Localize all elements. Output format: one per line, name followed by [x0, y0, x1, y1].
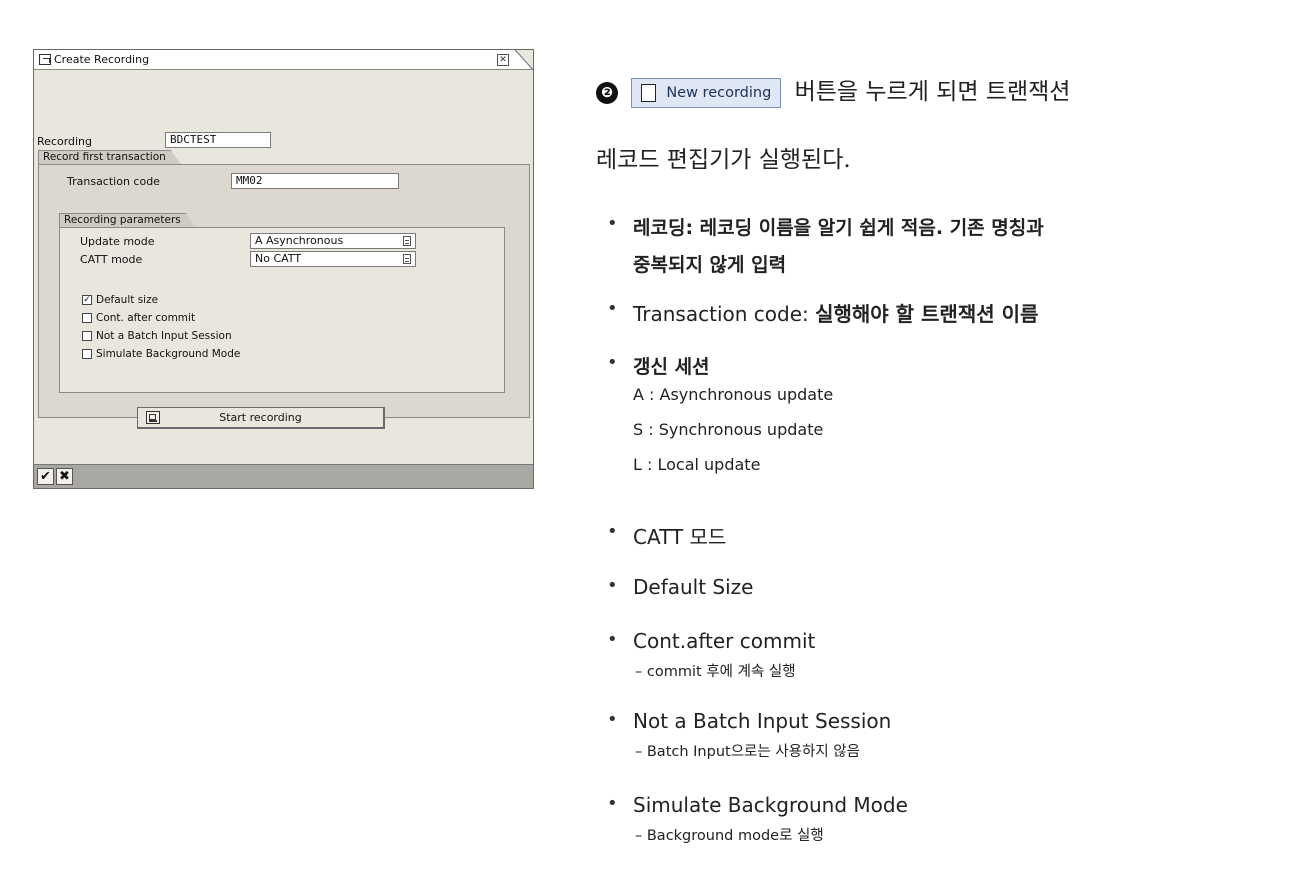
default-size-desc: Default Size: [633, 575, 754, 599]
update-session-heading: 갱신 세션: [633, 356, 710, 378]
update-mode-value: A Asynchronous: [255, 234, 344, 247]
cancel-icon[interactable]: ✖: [56, 468, 73, 485]
bullet: •: [607, 629, 618, 650]
tcode-desc-en: Transaction code:: [633, 302, 816, 326]
intro-line-2: 레코드 편집기가 실행된다.: [596, 147, 851, 173]
tcode-desc: Transaction code: 실행해야 할 트랜잭션 이름: [633, 298, 1038, 327]
bullet: •: [607, 521, 618, 542]
cont-after-commit-desc: Cont.after commit: [633, 629, 816, 653]
window-icon: [39, 54, 51, 65]
bullet: •: [607, 709, 618, 730]
catt-mode-desc: CATT 모드: [633, 525, 727, 549]
update-async: A : Asynchronous update: [633, 385, 834, 404]
dialog-titlebar: Create Recording ✕: [34, 50, 533, 70]
update-sync: S : Synchronous update: [633, 420, 824, 439]
close-icon[interactable]: ✕: [497, 54, 509, 66]
dropdown-list-icon[interactable]: [403, 254, 411, 264]
bullet: •: [607, 575, 618, 596]
recording-parameters-group-title: Recording parameters: [59, 213, 196, 227]
not-batch-input-sub: – Batch Input으로는 사용하지 않음: [635, 744, 860, 760]
first-transaction-group: Transaction code MM02 Recording paramete…: [38, 164, 530, 418]
update-local: L : Local update: [633, 455, 761, 474]
simulate-background-label: Simulate Background Mode: [96, 348, 241, 360]
cont-after-commit-label: Cont. after commit: [96, 312, 196, 324]
dialog-footer: ✔ ✖: [34, 464, 533, 488]
simulate-background-sub: – Background mode로 실행: [635, 828, 824, 844]
not-batch-input-label: Not a Batch Input Session: [96, 330, 232, 342]
recording-label: Recording: [37, 135, 93, 148]
catt-mode-select[interactable]: No CATT: [250, 251, 416, 267]
recording-desc-line-1: 레코딩: 레코딩 이름을 알기 쉽게 적음. 기존 명칭과: [633, 217, 1044, 239]
transaction-code-field[interactable]: MM02: [231, 173, 399, 189]
bullet: •: [607, 213, 618, 234]
not-batch-input-desc: Not a Batch Input Session: [633, 709, 892, 733]
bullet: •: [607, 793, 618, 814]
simulate-background-checkbox[interactable]: [82, 349, 92, 359]
default-size-checkbox[interactable]: ✓: [82, 295, 92, 305]
start-recording-button[interactable]: Start recording: [137, 407, 385, 429]
transaction-code-label: Transaction code: [67, 175, 160, 188]
intro-line-1-text: 버튼을 누르게 되면 트랜잭션: [794, 79, 1071, 105]
recording-parameters-group: Update mode A Asynchronous CATT mode No …: [59, 227, 505, 393]
step-number-badge: ❷: [596, 82, 618, 104]
titlebar-corner: [515, 50, 533, 70]
dialog-title: Create Recording: [54, 53, 150, 66]
create-recording-dialog: Create Recording ✕ Recording BDCTEST Rec…: [33, 49, 534, 489]
new-recording-button: New recording: [631, 78, 782, 108]
simulate-background-desc: Simulate Background Mode: [633, 793, 908, 817]
update-mode-select[interactable]: A Asynchronous: [250, 233, 416, 249]
recording-name-field[interactable]: BDCTEST: [165, 132, 271, 148]
intro-line-1: ❷ New recording 버튼을 누르게 되면 트랜잭션: [596, 72, 1070, 108]
cont-after-commit-sub: – commit 후에 계속 실행: [635, 664, 796, 680]
update-mode-label: Update mode: [80, 235, 155, 248]
tcode-desc-ko: 실행해야 할 트랜잭션 이름: [815, 302, 1039, 326]
dropdown-list-icon[interactable]: [403, 236, 411, 246]
new-recording-label: New recording: [666, 85, 772, 101]
cont-after-commit-checkbox[interactable]: [82, 313, 92, 323]
bullet: •: [607, 352, 618, 373]
default-size-label: Default size: [96, 294, 159, 306]
catt-mode-value: No CATT: [255, 252, 302, 265]
start-recording-label: Start recording: [219, 411, 302, 424]
not-batch-input-checkbox[interactable]: [82, 331, 92, 341]
bullet: •: [607, 298, 618, 319]
catt-mode-label: CATT mode: [80, 253, 143, 266]
recording-desc-line-2: 중복되지 않게 입력: [633, 254, 787, 276]
first-transaction-group-title: Record first transaction: [38, 150, 181, 164]
new-document-icon: [641, 84, 657, 102]
confirm-icon[interactable]: ✔: [37, 468, 54, 485]
